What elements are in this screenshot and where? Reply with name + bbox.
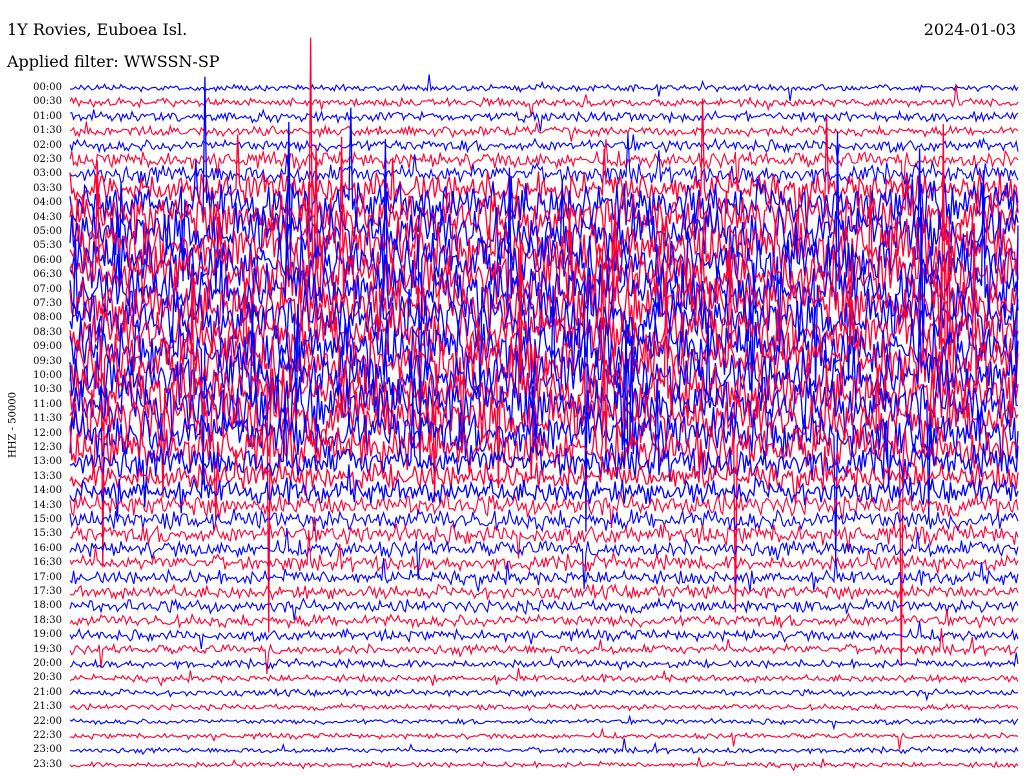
trace-row-38 <box>69 621 1019 649</box>
trace-row-6 <box>69 132 1019 188</box>
trace-row-0 <box>69 74 1019 102</box>
trace-row-30 <box>69 508 1019 533</box>
trace-row-37 <box>69 609 1019 630</box>
trace-row-35 <box>69 582 1019 602</box>
seismogram-plot <box>69 37 1019 772</box>
trace-row-43 <box>69 702 1019 712</box>
trace-row-3 <box>69 121 1019 142</box>
trace-row-36 <box>69 596 1019 620</box>
trace-row-46 <box>69 738 1019 756</box>
trace-row-40 <box>69 652 1019 672</box>
trace-row-2 <box>69 108 1019 132</box>
trace-row-41 <box>69 668 1019 687</box>
trace-row-42 <box>69 687 1019 702</box>
trace-row-47 <box>69 757 1019 772</box>
trace-row-45 <box>69 726 1019 750</box>
trace-row-44 <box>69 714 1019 731</box>
